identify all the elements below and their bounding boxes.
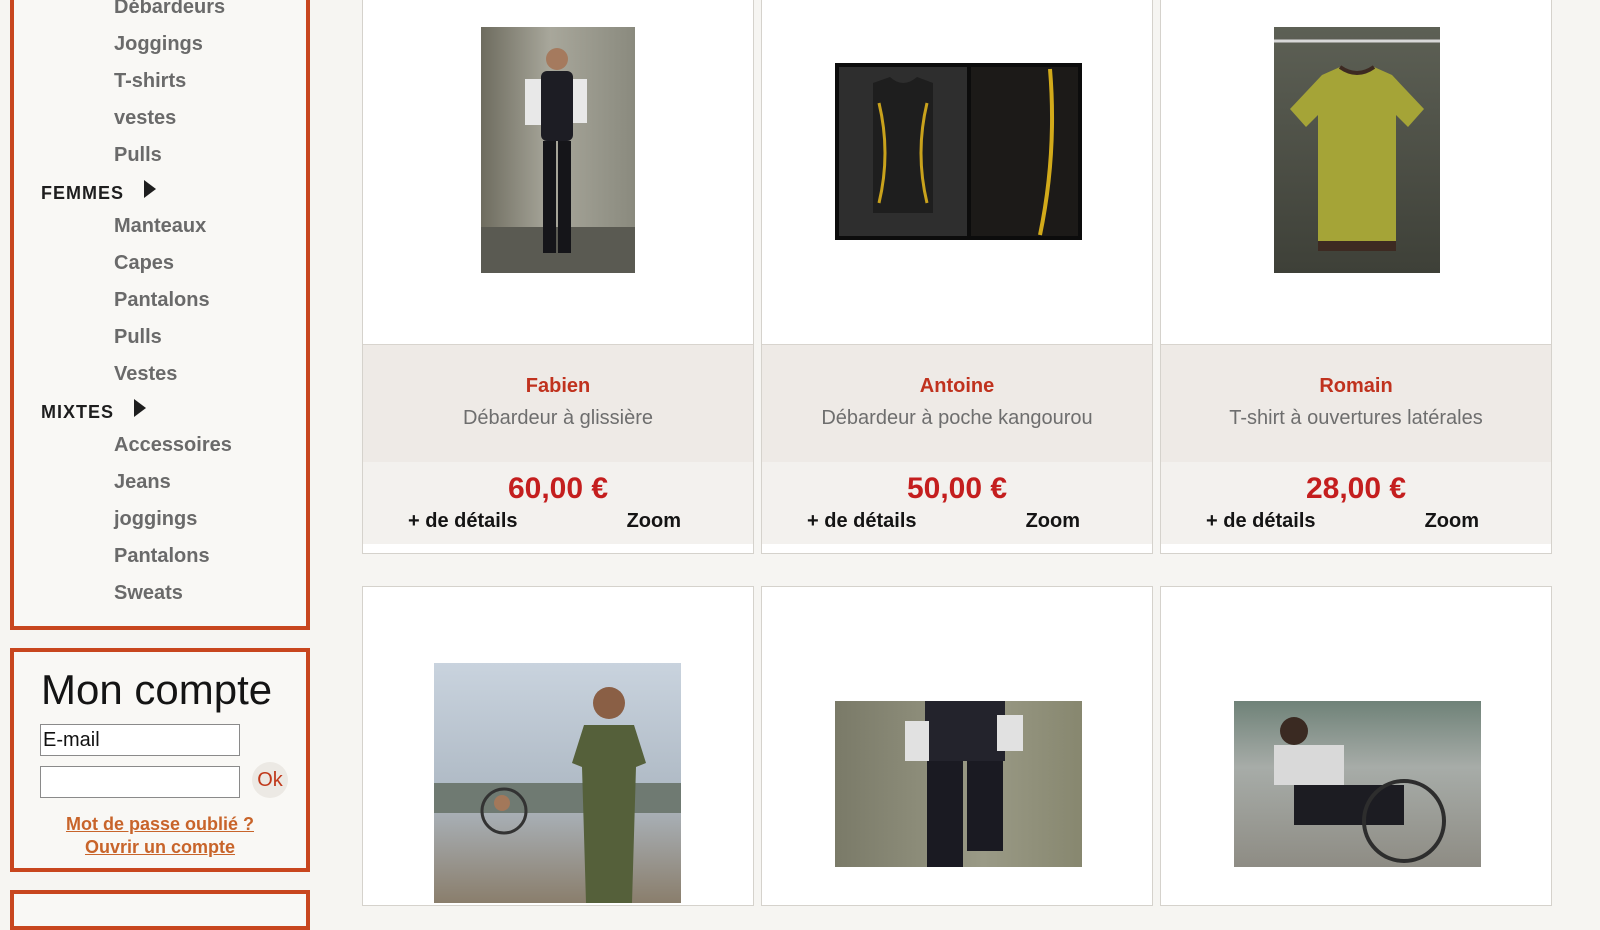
menu-item-t-shirts[interactable]: T-shirts: [114, 70, 186, 93]
product-card[interactable]: [362, 586, 754, 906]
product-price: 28,00 €: [1305, 472, 1407, 505]
menu-item-pulls[interactable]: Pulls: [114, 144, 162, 167]
menu-item-capes[interactable]: Capes: [114, 252, 174, 275]
product-image[interactable]: [835, 63, 1082, 240]
details-link[interactable]: + de détails: [1206, 510, 1316, 533]
product-card[interactable]: Fabien Débardeur à glissière 60,00 € + d…: [362, 0, 754, 554]
menu-item-pantalons[interactable]: Pantalons: [114, 289, 210, 312]
product-description: Débardeur à poche kangourou: [821, 407, 1093, 429]
menu-item-pantalons-mixtes[interactable]: Pantalons: [114, 545, 210, 568]
menu-category-label: FEMMES: [41, 183, 125, 203]
product-image[interactable]: [434, 663, 681, 903]
menu-category-femmes[interactable]: FEMMES: [41, 180, 157, 204]
product-image[interactable]: [835, 701, 1082, 867]
password-field[interactable]: [40, 766, 240, 798]
triangle-right-icon: [144, 180, 157, 198]
model-photo-icon: [905, 701, 1023, 867]
garment-photo-icon: [839, 67, 1078, 236]
zoom-link[interactable]: Zoom: [1026, 510, 1080, 533]
details-link[interactable]: + de détails: [408, 510, 518, 533]
menu-item-accessoires[interactable]: Accessoires: [114, 434, 232, 457]
account-box: Mon compte Ok Mot de passe oublié ? Ouvr…: [10, 648, 310, 872]
product-description: Débardeur à glissière: [462, 407, 654, 429]
product-image[interactable]: [481, 27, 635, 273]
menu-category-mixtes[interactable]: MIXTES: [41, 399, 147, 423]
menu-item-vestes-femmes[interactable]: Vestes: [114, 363, 177, 386]
ok-button[interactable]: Ok: [252, 762, 288, 798]
sidebar-box-partial: [10, 890, 310, 930]
menu-item-debardeurs[interactable]: Débardeurs: [114, 0, 225, 19]
menu-item-vestes[interactable]: vestes: [114, 107, 176, 130]
model-photo-icon: [1274, 717, 1446, 863]
menu-item-joggings-mixtes[interactable]: joggings: [114, 508, 197, 531]
product-price: 50,00 €: [906, 472, 1008, 505]
menu-item-pulls-femmes[interactable]: Pulls: [114, 326, 162, 349]
product-name[interactable]: Fabien: [363, 375, 753, 398]
forgot-password-link[interactable]: Mot de passe oublié ?: [14, 814, 306, 835]
menu-category-label: MIXTES: [41, 402, 115, 422]
menu-item-joggings[interactable]: Joggings: [114, 33, 203, 56]
product-card[interactable]: [1160, 586, 1552, 906]
product-image[interactable]: [1234, 701, 1481, 867]
email-field[interactable]: [40, 724, 240, 756]
menu-item-jeans[interactable]: Jeans: [114, 471, 171, 494]
create-account-link[interactable]: Ouvrir un compte: [14, 837, 306, 858]
menu-item-sweats[interactable]: Sweats: [114, 582, 183, 605]
product-price: 60,00 €: [507, 472, 609, 505]
product-name[interactable]: Romain: [1161, 375, 1551, 398]
product-card[interactable]: Antoine Débardeur à poche kangourou 50,0…: [761, 0, 1153, 554]
triangle-right-icon: [134, 399, 147, 417]
tshirt-photo-icon: [1274, 39, 1440, 251]
model-photo-icon: [434, 687, 681, 903]
category-menu: Débardeurs Joggings T-shirts vestes Pull…: [10, 0, 310, 630]
product-card[interactable]: [761, 586, 1153, 906]
details-link[interactable]: + de détails: [807, 510, 917, 533]
zoom-link[interactable]: Zoom: [1425, 510, 1479, 533]
zoom-link[interactable]: Zoom: [627, 510, 681, 533]
menu-item-manteaux[interactable]: Manteaux: [114, 215, 206, 238]
product-description: T-shirt à ouvertures latérales: [1229, 407, 1483, 429]
model-photo-icon: [481, 48, 635, 273]
account-title: Mon compte: [41, 666, 273, 713]
product-name[interactable]: Antoine: [762, 375, 1152, 398]
product-card[interactable]: Romain T-shirt à ouvertures latérales 28…: [1160, 0, 1552, 554]
product-image[interactable]: [1274, 27, 1440, 273]
